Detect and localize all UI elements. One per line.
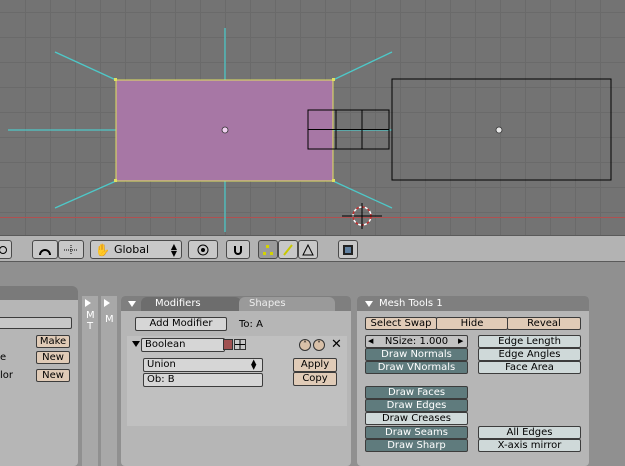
- collapse-arrow-icon[interactable]: [365, 301, 373, 307]
- render-toggle-icon[interactable]: [223, 339, 233, 350]
- side-tab-t: T: [87, 321, 94, 332]
- 3d-viewport[interactable]: [0, 0, 625, 235]
- nsize-field[interactable]: NSize: 1.000: [365, 335, 468, 348]
- face-area-toggle[interactable]: Face Area: [478, 361, 581, 374]
- hide-button[interactable]: Hide: [436, 317, 508, 330]
- left-panel-field[interactable]: [0, 317, 72, 329]
- delete-modifier-icon[interactable]: ✕: [331, 337, 342, 352]
- rotation-pivot-icon[interactable]: [32, 240, 58, 259]
- modifier-collapse-icon[interactable]: [132, 341, 140, 347]
- draw-sharp-toggle[interactable]: Draw Sharp: [365, 439, 468, 452]
- mesh-tools-panel: Mesh Tools 1 Select Swap Hide Reveal NSi…: [357, 296, 589, 466]
- snap-target-icon[interactable]: [188, 240, 218, 259]
- editmode-toggle-icon[interactable]: [234, 339, 246, 350]
- copy-button[interactable]: Copy: [293, 372, 337, 386]
- side-tab-strip-2[interactable]: M: [101, 296, 117, 466]
- buttons-window: Make e New lor New M T M Modifiers Shape…: [0, 262, 625, 466]
- make-button[interactable]: Make: [36, 335, 70, 348]
- hand-icon: ✋: [95, 242, 110, 257]
- boolean-operation-select[interactable]: Union: [143, 358, 263, 372]
- collapse-arrow-icon[interactable]: [128, 301, 136, 307]
- left-panel: Make e New lor New: [0, 286, 78, 466]
- viewport-canvas[interactable]: [0, 0, 625, 235]
- operation-select-arrows-icon: ▲ ▼: [251, 358, 257, 371]
- expand-arrow-icon[interactable]: [85, 299, 91, 307]
- modifier-name-field[interactable]: Boolean: [141, 338, 225, 352]
- all-edges-toggle[interactable]: All Edges: [478, 426, 581, 439]
- expand-arrow-icon[interactable]: [104, 299, 110, 307]
- up-down-arrows-icon: ▲ ▼: [170, 241, 177, 258]
- apply-button[interactable]: Apply: [293, 358, 337, 372]
- nsize-decrement-icon[interactable]: ◀: [368, 337, 373, 345]
- modifiers-panel: Modifiers Shapes Add Modifier To: A Bool…: [121, 296, 351, 466]
- reveal-button[interactable]: Reveal: [507, 317, 581, 330]
- new-button-2[interactable]: New: [36, 369, 70, 382]
- left-row1-label: e: [0, 352, 7, 363]
- vertex-select-mode-icon[interactable]: [258, 240, 278, 259]
- side-tab-strip-1[interactable]: M T: [82, 296, 98, 466]
- object-a-origin: [221, 126, 229, 134]
- render-image-icon[interactable]: [338, 240, 358, 259]
- draw-normals-toggle[interactable]: Draw Normals: [365, 348, 468, 361]
- edge-select-mode-icon[interactable]: [278, 240, 298, 259]
- view-menu-icon[interactable]: [0, 240, 12, 259]
- boolean-modifier-box: Boolean ˄ ˅ ✕ Union ▲ ▼ Ob: B Apply Copy: [127, 336, 347, 426]
- draw-vnormals-toggle[interactable]: Draw VNormals: [365, 361, 468, 374]
- orientation-value: Global: [113, 243, 150, 256]
- side-tab-m2: M: [105, 314, 114, 325]
- magnet-snap-icon[interactable]: [226, 240, 250, 259]
- nsize-increment-icon[interactable]: ▶: [458, 337, 463, 345]
- draw-creases-toggle[interactable]: Draw Creases: [365, 412, 468, 425]
- object-b-wireframe[interactable]: [307, 78, 612, 181]
- draw-edges-toggle[interactable]: Draw Edges: [365, 399, 468, 412]
- left-panel-header: [0, 286, 78, 300]
- edge-angles-toggle[interactable]: Edge Angles: [478, 348, 581, 361]
- object-b-origin: [495, 126, 503, 134]
- select-swap-button[interactable]: Select Swap: [365, 317, 437, 330]
- edge-length-toggle[interactable]: Edge Length: [478, 335, 581, 348]
- to-object-label: To: A: [239, 319, 263, 330]
- manipulator-icon[interactable]: [58, 240, 84, 259]
- x-axis-mirror-toggle[interactable]: X-axis mirror: [478, 439, 581, 452]
- move-up-icon[interactable]: ˄: [299, 339, 311, 351]
- tab-shapes[interactable]: Shapes: [239, 297, 335, 311]
- move-down-icon[interactable]: ˅: [313, 339, 325, 351]
- draw-faces-toggle[interactable]: Draw Faces: [365, 386, 468, 399]
- tab-modifiers[interactable]: Modifiers: [141, 297, 241, 311]
- 3d-view-header: ✋ Global ▲ ▼: [0, 235, 625, 262]
- new-button-1[interactable]: New: [36, 351, 70, 364]
- draw-seams-toggle[interactable]: Draw Seams: [365, 426, 468, 439]
- face-select-mode-icon[interactable]: [298, 240, 318, 259]
- transform-orientation-select[interactable]: ✋ Global ▲ ▼: [90, 240, 182, 259]
- mesh-tools-title: Mesh Tools 1: [379, 298, 443, 309]
- add-modifier-button[interactable]: Add Modifier: [135, 317, 227, 331]
- left-row2-label: lor: [0, 370, 14, 381]
- object-field[interactable]: Ob: B: [143, 373, 263, 387]
